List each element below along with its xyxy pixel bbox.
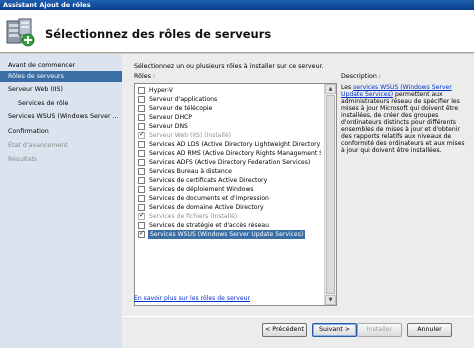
- step-before-you-begin[interactable]: Avant de commencer: [0, 60, 122, 71]
- role-checkbox[interactable]: [138, 141, 145, 148]
- page-title: Sélectionnez des rôles de serveurs: [45, 27, 272, 41]
- role-row[interactable]: Hyper-V: [135, 86, 321, 95]
- role-row-selected[interactable]: Services WSUS (Windows Server Update Ser…: [135, 230, 321, 239]
- role-label: Services Bureau à distance: [149, 168, 232, 175]
- role-description: Les services WSUS (Windows Server Update…: [341, 84, 466, 154]
- role-checkbox: [138, 212, 145, 220]
- step-confirmation[interactable]: Confirmation: [0, 126, 122, 137]
- window-title: Assistant Ajout de rôles: [0, 0, 474, 10]
- role-label: Serveur DNS: [149, 123, 188, 130]
- step-progress: État d'avancement: [8, 142, 68, 149]
- scroll-down-arrow-icon[interactable]: ▼: [325, 295, 336, 305]
- role-label: Services de certificats Active Directory: [149, 177, 268, 184]
- role-checkbox[interactable]: [138, 123, 145, 130]
- scrollbar-thumb[interactable]: [326, 95, 335, 294]
- role-checkbox[interactable]: [138, 168, 145, 175]
- description-text: permettent aux administrateurs réseau de…: [341, 91, 465, 154]
- role-label: Services WSUS (Windows Server Update Ser…: [148, 230, 306, 239]
- main-content: Sélectionnez un ou plusieurs rôles à ins…: [122, 54, 474, 348]
- role-label: Services AD LDS (Active Directory Lightw…: [149, 141, 321, 148]
- role-checkbox[interactable]: [138, 177, 145, 184]
- role-row[interactable]: Services ADFS (Active Directory Federati…: [135, 158, 321, 167]
- role-row: Serveur Web (IIS) (Installé): [135, 131, 321, 140]
- previous-button[interactable]: < Précédent: [262, 323, 307, 337]
- step-web-server-iis[interactable]: Serveur Web (IIS): [0, 84, 122, 95]
- role-label: Serveur d'applications: [149, 96, 218, 103]
- description-label: Description :: [341, 73, 381, 80]
- step-results: Résultats: [8, 156, 38, 163]
- role-checkbox: [138, 131, 145, 139]
- role-label: Services de déploiement Windows: [149, 186, 254, 193]
- step-wsus[interactable]: Services WSUS (Windows Server ...: [0, 111, 122, 122]
- role-row[interactable]: Services de déploiement Windows: [135, 185, 321, 194]
- role-checkbox[interactable]: [138, 87, 145, 94]
- role-label: Services de fichiers (Installé): [149, 213, 238, 220]
- role-row[interactable]: Services AD LDS (Active Directory Lightw…: [135, 140, 321, 149]
- role-label: Services AD RMS (Active Directory Rights…: [149, 150, 321, 157]
- role-row: Services de fichiers (Installé): [135, 212, 321, 221]
- role-row[interactable]: Serveur de télécopie: [135, 104, 321, 113]
- role-label: Serveur Web (IIS) (Installé): [149, 132, 232, 139]
- role-label: Serveur DHCP: [149, 114, 192, 121]
- role-checkbox[interactable]: [138, 159, 145, 166]
- description-prefix: Les: [341, 84, 354, 91]
- role-row[interactable]: Services de certificats Active Directory: [135, 176, 321, 185]
- role-row[interactable]: Serveur d'applications: [135, 95, 321, 104]
- role-checkbox[interactable]: [138, 222, 145, 229]
- role-row[interactable]: Serveur DHCP: [135, 113, 321, 122]
- install-button: Installer: [357, 323, 402, 337]
- footer-separator: [122, 316, 474, 317]
- role-row[interactable]: Services de documents et d'impression: [135, 194, 321, 203]
- role-label: Services de stratégie et d'accès réseau: [149, 222, 269, 229]
- role-checkbox[interactable]: [138, 114, 145, 121]
- roles-list[interactable]: Hyper-V Serveur d'applications Serveur d…: [134, 83, 337, 306]
- roles-label: Rôles :: [134, 73, 155, 80]
- instruction-text: Sélectionnez un ou plusieurs rôles à ins…: [134, 63, 324, 70]
- roles-list-scrollbar[interactable]: ▲ ▼: [324, 84, 336, 305]
- step-server-roles[interactable]: Rôles de serveurs: [0, 71, 122, 82]
- role-label: Services de domaine Active Directory: [149, 204, 264, 211]
- role-checkbox[interactable]: [138, 105, 145, 112]
- step-role-services[interactable]: Services de rôle: [0, 98, 122, 109]
- role-checkbox[interactable]: [138, 150, 145, 157]
- cancel-button[interactable]: Annuler: [407, 323, 452, 337]
- role-row[interactable]: Services Bureau à distance: [135, 167, 321, 176]
- role-row[interactable]: Services de domaine Active Directory: [135, 203, 321, 212]
- role-checkbox[interactable]: [138, 186, 145, 193]
- learn-more-link[interactable]: En savoir plus sur les rôles de serveur: [134, 295, 250, 302]
- role-checkbox[interactable]: [138, 230, 145, 238]
- role-row[interactable]: Serveur DNS: [135, 122, 321, 131]
- scroll-up-arrow-icon[interactable]: ▲: [325, 84, 336, 94]
- role-checkbox[interactable]: [138, 96, 145, 103]
- role-row[interactable]: Services AD RMS (Active Directory Rights…: [135, 149, 321, 158]
- role-label: Serveur de télécopie: [149, 105, 213, 112]
- role-checkbox[interactable]: [138, 195, 145, 202]
- role-label: Services de documents et d'impression: [149, 195, 269, 202]
- role-label: Services ADFS (Active Directory Federati…: [149, 159, 311, 166]
- wizard-header: Sélectionnez des rôles de serveurs: [0, 10, 474, 53]
- role-row[interactable]: Services de stratégie et d'accès réseau: [135, 221, 321, 230]
- server-add-icon: [6, 18, 35, 47]
- role-label: Hyper-V: [149, 87, 173, 94]
- wizard-steps-sidebar: Avant de commencer Rôles de serveurs Ser…: [0, 54, 122, 348]
- role-checkbox[interactable]: [138, 204, 145, 211]
- next-button[interactable]: Suivant >: [312, 323, 357, 337]
